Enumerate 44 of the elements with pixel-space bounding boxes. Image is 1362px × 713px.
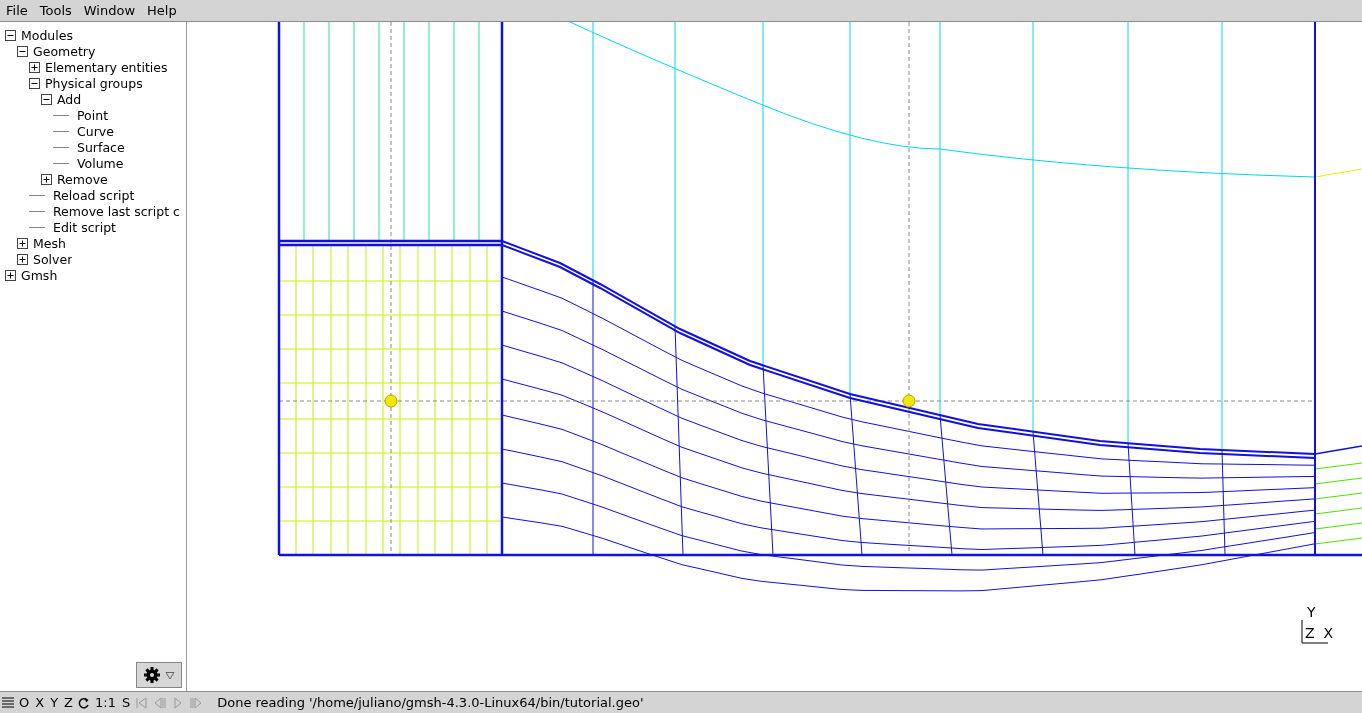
expand-icon[interactable] <box>17 237 28 249</box>
axis-label: Y <box>1306 604 1316 620</box>
tree-item[interactable]: Reload script <box>53 187 135 203</box>
view-button[interactable]: O <box>17 695 32 710</box>
axis-label: Z <box>1305 625 1315 641</box>
tree-item[interactable]: Geometry <box>33 43 96 59</box>
scale-button[interactable]: 1:1 <box>93 695 118 710</box>
tree-item[interactable]: Mesh <box>33 235 66 251</box>
status-message: Done reading '/home/juliano/gmsh-4.3.0-Linux64/bin/tutorial.geo' <box>217 695 644 710</box>
collapse-icon[interactable] <box>41 93 52 105</box>
tree-item[interactable]: Surface <box>77 139 125 155</box>
tree-item[interactable]: Solver <box>33 251 73 267</box>
axis-label: X <box>1323 625 1334 641</box>
tree-item[interactable]: Volume <box>77 155 124 171</box>
tree-item[interactable]: Elementary entities <box>45 59 168 75</box>
tree-item[interactable]: Remove <box>57 171 108 187</box>
tree-item[interactable]: Edit script <box>53 219 116 235</box>
tree-item[interactable]: Physical groups <box>45 75 143 91</box>
menu-item[interactable]: Help <box>143 3 185 18</box>
view-button[interactable]: X <box>33 695 47 710</box>
caret-icon <box>165 670 175 680</box>
tree-item[interactable]: Gmsh <box>21 267 58 283</box>
collapse-icon[interactable] <box>5 29 16 41</box>
view-button[interactable]: Y <box>48 695 61 710</box>
menu-item[interactable]: File <box>2 3 36 18</box>
tree-item[interactable]: Add <box>57 91 82 107</box>
tree-item[interactable]: Point <box>77 107 109 123</box>
tree-item[interactable]: Curve <box>77 123 114 139</box>
collapse-icon[interactable] <box>29 77 40 89</box>
tree-item[interactable]: Remove last script c <box>53 203 180 219</box>
gear-icon <box>143 666 161 684</box>
scale-button[interactable]: S <box>119 695 133 710</box>
menu-item[interactable]: Tools <box>35 3 80 18</box>
expand-icon[interactable] <box>5 269 16 281</box>
expand-icon[interactable] <box>41 173 52 185</box>
expand-icon[interactable] <box>17 253 28 265</box>
collapse-icon[interactable] <box>17 45 28 57</box>
expand-icon[interactable] <box>29 61 40 73</box>
tree-item[interactable]: Modules <box>21 27 73 43</box>
view-button[interactable]: Z <box>62 695 75 710</box>
menu-item[interactable]: Window <box>79 3 144 18</box>
rotate-icon[interactable] <box>78 695 90 710</box>
settings-button[interactable] <box>136 662 182 688</box>
menu-icon[interactable] <box>2 695 14 710</box>
